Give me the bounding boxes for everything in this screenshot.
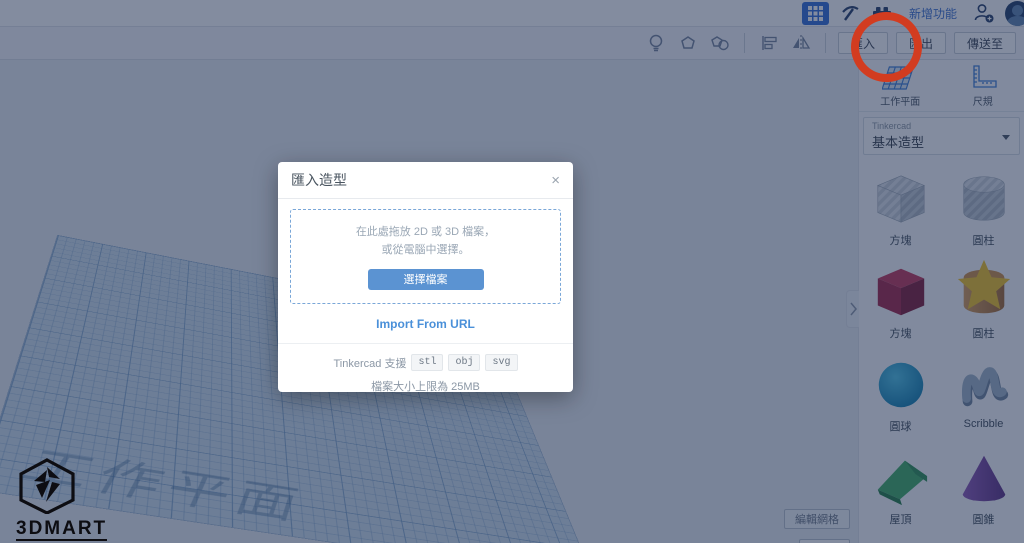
annotation-circle-import	[851, 12, 922, 82]
support-prefix-label: Tinkercad 支援	[334, 355, 407, 371]
format-badge-svg: svg	[485, 354, 517, 371]
format-badge-stl: stl	[411, 354, 443, 371]
file-size-limit-label: 檔案大小上限為 25MB	[278, 378, 573, 394]
import-from-url-link[interactable]: Import From URL	[278, 317, 573, 331]
modal-divider	[278, 343, 573, 344]
file-drop-zone[interactable]: 在此處拖放 2D 或 3D 檔案， 或從電腦中選擇。 選擇檔案	[290, 209, 561, 304]
choose-file-button[interactable]: 選擇檔案	[368, 269, 484, 290]
3dmart-hexagon-icon	[16, 458, 78, 514]
supported-formats-row: Tinkercad 支援 stl obj svg	[278, 354, 573, 371]
modal-title: 匯入造型	[291, 170, 347, 190]
logo-title: 3DMART	[16, 519, 107, 541]
3dmart-logo: 3DMART 3D PRINTING SOLUTIONS	[16, 458, 116, 543]
import-shape-modal: 匯入造型 × 在此處拖放 2D 或 3D 檔案， 或從電腦中選擇。 選擇檔案 I…	[278, 162, 573, 392]
drop-hint-line2: 或從電腦中選擇。	[382, 242, 470, 259]
format-badge-obj: obj	[448, 354, 480, 371]
close-icon[interactable]: ×	[551, 173, 560, 188]
drop-hint-line1: 在此處拖放 2D 或 3D 檔案，	[356, 224, 495, 241]
